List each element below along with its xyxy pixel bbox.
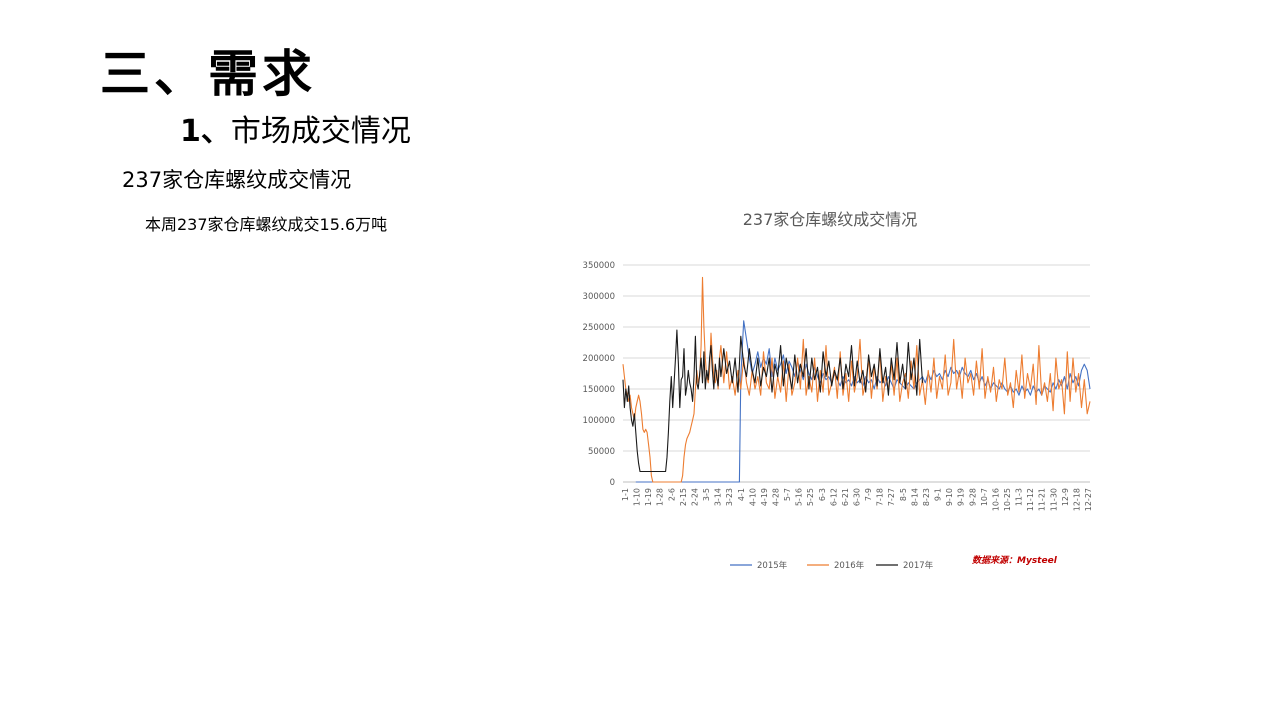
x-tick-label: 9-1: [934, 488, 943, 501]
x-axis-ticks: 1-1 1-10 1-19 1-28 2-6 2-15 2-24 3-5 3-14 3-23 4-1…: [621, 488, 1093, 511]
legend-label: 2017年: [903, 560, 934, 571]
x-tick-label: 1-10: [633, 488, 642, 506]
y-tick-label: 350000: [583, 261, 615, 271]
x-tick-label: 11-12: [1026, 488, 1035, 511]
chart-heading: 237家仓库螺纹成交情况: [122, 168, 352, 192]
x-tick-label: 6-3: [818, 488, 827, 501]
x-tick-label: 5-25: [806, 488, 815, 506]
x-tick-label: 6-21: [841, 488, 850, 506]
x-tick-label: 7-18: [876, 488, 885, 506]
x-tick-label: 12-27: [1084, 488, 1093, 511]
x-tick-label: 8-23: [922, 488, 931, 506]
x-tick-label: 3-14: [714, 488, 723, 506]
y-tick-label: 250000: [583, 323, 615, 333]
section-title: 三、需求: [100, 45, 316, 103]
x-tick-label: 1-28: [656, 488, 665, 506]
legend-label: 2016年: [834, 560, 865, 571]
x-tick-label: 4-28: [772, 488, 781, 506]
x-tick-label: 3-23: [725, 488, 734, 506]
x-tick-label: 9-19: [957, 488, 966, 506]
summary-text: 本周237家仓库螺纹成交15.6万吨: [145, 215, 388, 234]
series-line-2015年: [635, 320, 1091, 483]
x-tick-label: 6-12: [829, 488, 838, 506]
x-tick-label: 5-7: [783, 488, 792, 501]
x-tick-label: 9-10: [945, 488, 954, 506]
x-tick-label: 7-27: [887, 488, 896, 506]
x-tick-label: 10-16: [991, 488, 1000, 511]
y-axis-ticks: 0 50000 100000 150000 200000 250000 300000 3500…: [583, 261, 615, 488]
y-tick-label: 50000: [588, 447, 615, 457]
y-tick-label: 300000: [583, 292, 615, 302]
series-line-2017年: [622, 329, 924, 473]
x-tick-label: 10-7: [980, 488, 989, 506]
x-tick-label: 8-5: [899, 488, 908, 501]
x-tick-label: 2-6: [667, 488, 676, 501]
x-tick-label: 11-30: [1049, 488, 1058, 511]
subsection-text: 市场成交情况: [230, 114, 411, 149]
x-tick-label: 8-14: [910, 488, 919, 506]
x-tick-label: 6-30: [853, 488, 862, 506]
y-tick-label: 150000: [583, 385, 615, 395]
y-tick-label: 0: [610, 478, 615, 488]
x-tick-label: 9-28: [968, 488, 977, 506]
x-tick-label: 4-10: [748, 488, 757, 506]
legend: 2015年 2016年 2017年: [730, 560, 934, 571]
line-chart: 237家仓库螺纹成交情况 0 50000 100000 150000 200000 250…: [583, 210, 1093, 571]
x-tick-label: 3-5: [702, 488, 711, 501]
x-tick-label: 11-3: [1015, 488, 1024, 506]
x-tick-label: 1-1: [621, 488, 630, 501]
x-tick-label: 10-25: [1003, 488, 1012, 511]
x-tick-label: 2-24: [690, 488, 699, 506]
y-tick-label: 200000: [583, 354, 615, 364]
x-tick-label: 11-21: [1038, 488, 1047, 511]
x-tick-label: 1-19: [644, 488, 653, 506]
subsection-title: 1、市场成交情况: [180, 106, 411, 150]
subsection-number: 1、: [180, 114, 231, 149]
x-tick-label: 12-9: [1061, 488, 1070, 506]
x-tick-label: 4-1: [737, 488, 746, 501]
x-tick-label: 2-15: [679, 488, 688, 506]
source-note: 数据来源：Mysteel: [972, 555, 1058, 566]
chart-title: 237家仓库螺纹成交情况: [743, 210, 918, 229]
legend-label: 2015年: [757, 560, 788, 571]
x-tick-label: 4-19: [760, 488, 769, 506]
x-tick-label: 12-18: [1072, 488, 1081, 511]
x-tick-label: 7-9: [864, 488, 873, 501]
x-tick-label: 5-16: [795, 488, 804, 506]
y-tick-label: 100000: [583, 416, 615, 426]
